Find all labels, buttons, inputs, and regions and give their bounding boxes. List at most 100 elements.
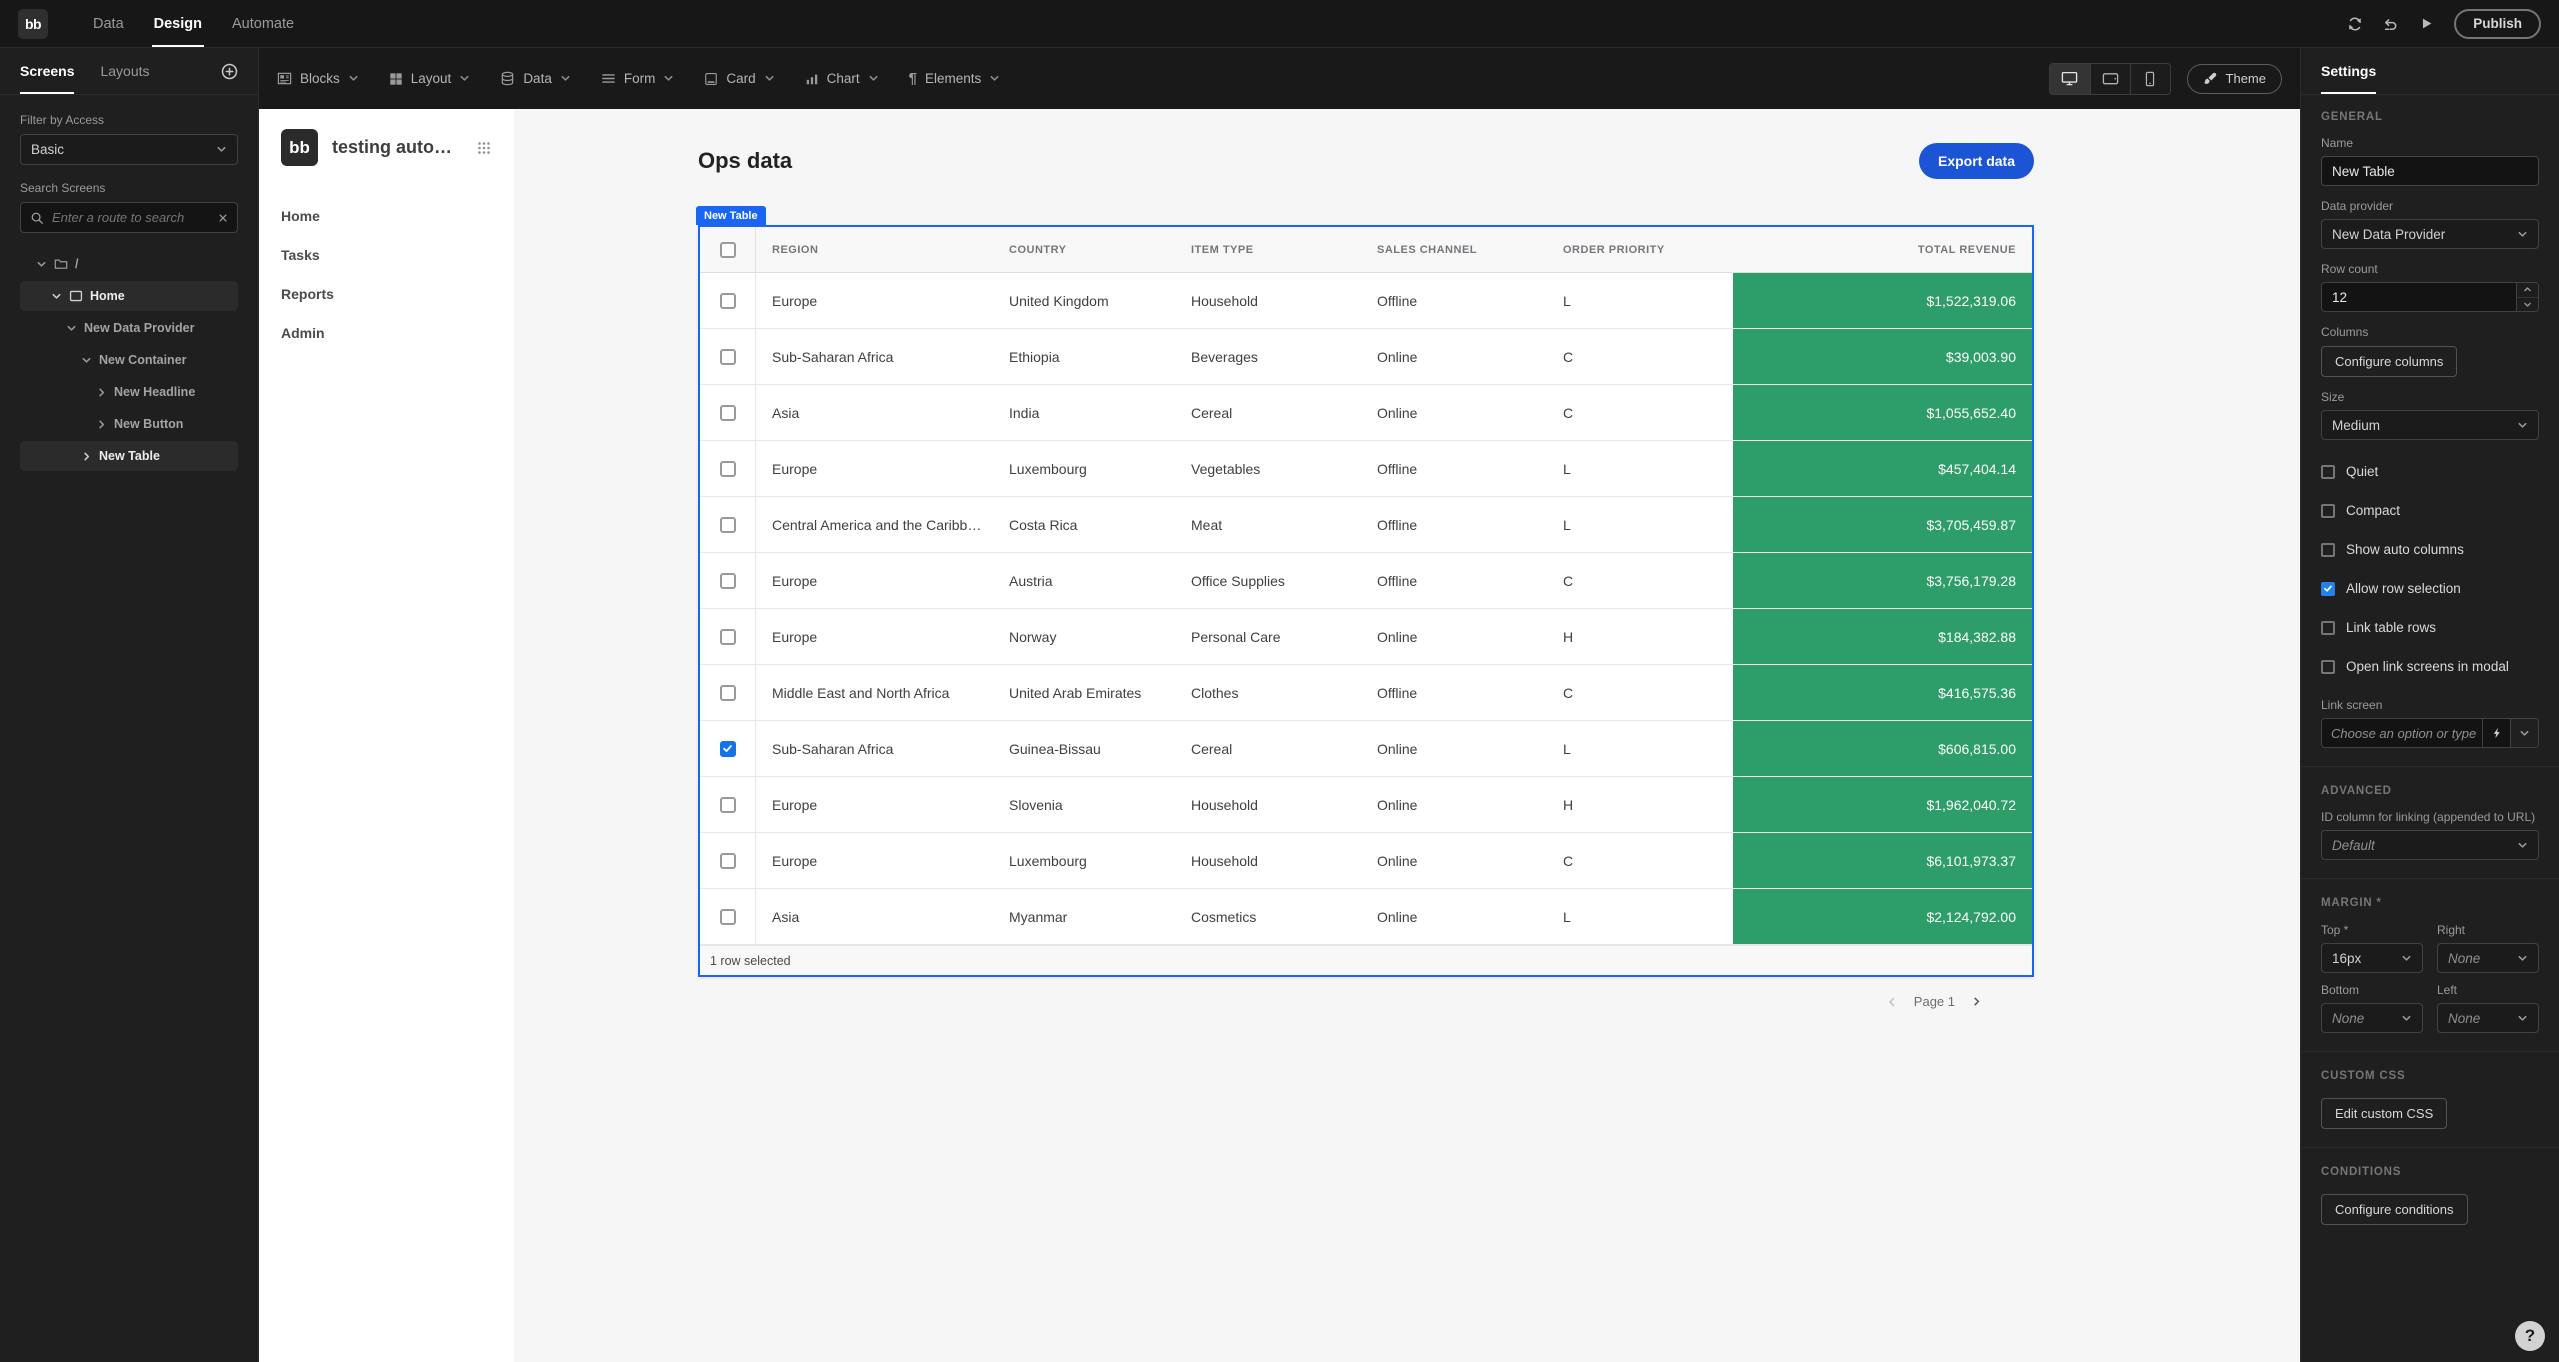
tree-item-new-headline[interactable]: New Headline bbox=[20, 377, 238, 407]
tree-item-label: / bbox=[75, 257, 78, 271]
checkbox-link-table-rows[interactable]: Link table rows bbox=[2321, 620, 2539, 635]
tablet-preview-button[interactable] bbox=[2090, 64, 2130, 94]
checkbox-show-auto-columns[interactable]: Show auto columns bbox=[2321, 542, 2539, 557]
desktop-preview-button[interactable] bbox=[2050, 64, 2090, 94]
row-checkbox[interactable] bbox=[720, 853, 736, 869]
row-checkbox[interactable] bbox=[720, 685, 736, 701]
pagination: Page 1 bbox=[698, 994, 2034, 1009]
margin-select-right[interactable]: None bbox=[2437, 943, 2539, 973]
undo-button[interactable] bbox=[2383, 16, 2399, 32]
checkbox-allow-row-selection[interactable]: Allow row selection bbox=[2321, 581, 2539, 596]
chevron-down-icon[interactable] bbox=[81, 355, 92, 366]
row-checkbox[interactable] bbox=[720, 293, 736, 309]
app-nav-link-tasks[interactable]: Tasks bbox=[281, 247, 492, 263]
component-menu-elements[interactable]: ¶Elements bbox=[909, 71, 1001, 86]
previous-page-button[interactable] bbox=[1886, 996, 1898, 1008]
chevron-right-icon[interactable] bbox=[96, 387, 107, 398]
export-data-button[interactable]: Export data bbox=[1919, 143, 2034, 179]
binding-bolt-button[interactable] bbox=[2482, 719, 2510, 747]
margin-select-top[interactable]: 16px bbox=[2321, 943, 2423, 973]
checkbox-box[interactable] bbox=[2321, 465, 2335, 479]
checkbox-compact[interactable]: Compact bbox=[2321, 503, 2539, 518]
row-checkbox[interactable] bbox=[720, 405, 736, 421]
link-screen-input[interactable]: Choose an option or type bbox=[2322, 719, 2482, 747]
select-all-checkbox[interactable] bbox=[720, 242, 736, 258]
app-nav-link-reports[interactable]: Reports bbox=[281, 286, 492, 302]
row-checkbox[interactable] bbox=[720, 741, 736, 757]
margin-select-bottom[interactable]: None bbox=[2321, 1003, 2423, 1033]
configure-columns-button[interactable]: Configure columns bbox=[2321, 346, 2457, 377]
row-checkbox[interactable] bbox=[720, 461, 736, 477]
margin-select-left[interactable]: None bbox=[2437, 1003, 2539, 1033]
component-menu-data[interactable]: Data bbox=[500, 71, 571, 86]
tree-item-home[interactable]: Home bbox=[20, 281, 238, 311]
tree-item-new-table[interactable]: New Table bbox=[20, 441, 238, 471]
link-screen-dropdown-button[interactable] bbox=[2510, 719, 2538, 747]
theme-button[interactable]: Theme bbox=[2187, 64, 2282, 94]
row-checkbox[interactable] bbox=[720, 629, 736, 645]
app-nav-link-admin[interactable]: Admin bbox=[281, 325, 492, 341]
add-screen-button[interactable] bbox=[221, 63, 238, 80]
data-provider-label: Data provider bbox=[2321, 199, 2539, 213]
chevron-right-icon[interactable] bbox=[96, 419, 107, 430]
chevron-down-icon[interactable] bbox=[36, 259, 47, 270]
builder-mode-tabs: DataDesignAutomate bbox=[78, 0, 309, 47]
size-select[interactable]: Medium bbox=[2321, 410, 2539, 440]
stepper-up-button[interactable] bbox=[2517, 283, 2538, 297]
chevron-down-icon[interactable] bbox=[51, 291, 62, 302]
drag-handle-icon[interactable] bbox=[476, 140, 492, 156]
clear-icon[interactable] bbox=[218, 213, 228, 223]
id-column-select[interactable]: Default bbox=[2321, 830, 2539, 860]
tree-item-new-data-provider[interactable]: New Data Provider bbox=[20, 313, 238, 343]
checkbox-box[interactable] bbox=[2321, 621, 2335, 635]
name-input[interactable]: New Table bbox=[2321, 156, 2539, 186]
chevron-right-icon[interactable] bbox=[81, 451, 92, 462]
row-checkbox[interactable] bbox=[720, 517, 736, 533]
tab-layouts[interactable]: Layouts bbox=[100, 48, 149, 94]
tree-item-new-container[interactable]: New Container bbox=[20, 345, 238, 375]
edit-custom-css-button[interactable]: Edit custom CSS bbox=[2321, 1098, 2447, 1129]
tree-item-root[interactable]: / bbox=[20, 249, 238, 279]
cell-region: Europe bbox=[756, 441, 993, 496]
chevron-down-icon[interactable] bbox=[66, 323, 77, 334]
cell-item-type: Clothes bbox=[1175, 665, 1361, 720]
checkbox-open-link-screens-in-modal[interactable]: Open link screens in modal bbox=[2321, 659, 2539, 674]
component-menu-blocks[interactable]: Blocks bbox=[277, 71, 359, 86]
help-button[interactable]: ? bbox=[2515, 1321, 2545, 1351]
row-checkbox[interactable] bbox=[720, 573, 736, 589]
margin-field-top: Top *16px bbox=[2321, 913, 2423, 973]
phone-preview-button[interactable] bbox=[2130, 64, 2170, 94]
component-menu-layout[interactable]: Layout bbox=[389, 71, 471, 86]
row-checkbox[interactable] bbox=[720, 349, 736, 365]
checkbox-box[interactable] bbox=[2321, 543, 2335, 557]
budibase-logo[interactable]: bb bbox=[18, 9, 48, 39]
cell-region: Europe bbox=[756, 833, 993, 888]
checkbox-box[interactable] bbox=[2321, 504, 2335, 518]
settings-tab[interactable]: Settings bbox=[2321, 48, 2376, 94]
row-checkbox[interactable] bbox=[720, 909, 736, 925]
app-nav-link-home[interactable]: Home bbox=[281, 208, 492, 224]
component-menu-form[interactable]: Form bbox=[601, 71, 675, 86]
tab-data[interactable]: Data bbox=[78, 0, 139, 47]
screen-search-input[interactable]: Enter a route to search bbox=[20, 202, 238, 233]
data-provider-select[interactable]: New Data Provider bbox=[2321, 219, 2539, 249]
tab-automate[interactable]: Automate bbox=[217, 0, 309, 47]
access-filter-select[interactable]: Basic bbox=[20, 134, 238, 165]
next-page-button[interactable] bbox=[1971, 996, 1982, 1007]
stepper-down-button[interactable] bbox=[2517, 297, 2538, 312]
tab-design[interactable]: Design bbox=[139, 0, 217, 47]
configure-conditions-button[interactable]: Configure conditions bbox=[2321, 1194, 2468, 1225]
checkbox-box[interactable] bbox=[2321, 660, 2335, 674]
component-menu-card[interactable]: Card bbox=[704, 71, 774, 86]
tab-screens[interactable]: Screens bbox=[20, 48, 74, 94]
selected-table-component[interactable]: New Table REGION COUNTRY ITEM TYPE SALES… bbox=[698, 225, 2034, 977]
publish-button[interactable]: Publish bbox=[2454, 9, 2541, 39]
checkbox-box[interactable] bbox=[2321, 582, 2335, 596]
row-checkbox[interactable] bbox=[720, 797, 736, 813]
row-count-input[interactable]: 12 bbox=[2321, 282, 2539, 312]
tree-item-new-button[interactable]: New Button bbox=[20, 409, 238, 439]
sync-button[interactable] bbox=[2347, 16, 2363, 32]
checkbox-quiet[interactable]: Quiet bbox=[2321, 464, 2539, 479]
component-menu-chart[interactable]: Chart bbox=[805, 71, 879, 86]
preview-button[interactable] bbox=[2419, 16, 2434, 31]
